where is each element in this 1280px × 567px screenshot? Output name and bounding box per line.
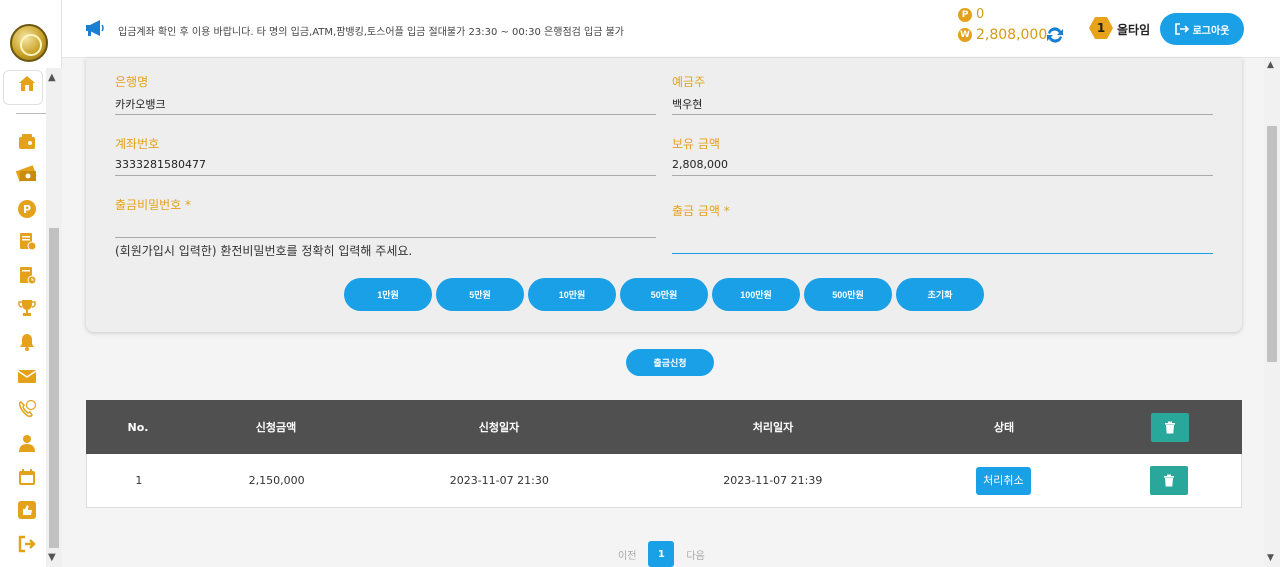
sidebar-scrollbar[interactable]: ▲ ▼ [46, 68, 62, 567]
chip-50k[interactable]: 5만원 [436, 278, 524, 311]
logout-icon [1174, 23, 1189, 35]
logout-label: 로그아웃 [1192, 25, 1230, 37]
bank-label: 은행명 [115, 75, 149, 89]
withdraw-list-icon[interactable] [16, 264, 38, 286]
next-page-link[interactable]: 다음 [686, 547, 704, 562]
holder-underline [672, 114, 1213, 115]
page-scroll-up-icon[interactable]: ▲ [1267, 60, 1274, 70]
row-status: 처리취소 [910, 466, 1098, 495]
bank-value: 카카오뱅크 [115, 98, 166, 111]
balance-value: 2,808,000 [976, 27, 1048, 43]
amount-label: 출금 금액 * [672, 204, 730, 218]
trophy-icon[interactable] [16, 297, 38, 319]
header-no: No. [127, 420, 149, 434]
wallet-icon[interactable] [16, 130, 38, 152]
row-amount: 2,150,000 [248, 474, 305, 487]
prev-page-link[interactable]: 이전 [618, 547, 636, 562]
level-badge: 1 [1089, 17, 1113, 39]
sidebar: P ▲ ▼ [0, 0, 62, 567]
page-scrollbar[interactable]: ▲ ▼ [1264, 58, 1280, 567]
status-badge[interactable]: 처리취소 [976, 466, 1031, 495]
refresh-icon[interactable] [1044, 24, 1066, 52]
balance-field-value: 2,808,000 [672, 158, 728, 171]
main-content: 은행명 카카오뱅크 예금주 백우현 계좌번호 3333281580477 보유 … [62, 58, 1264, 567]
logout-side-icon[interactable] [16, 533, 38, 555]
account-value: 3333281580477 [115, 158, 206, 171]
calendar-icon[interactable] [16, 466, 38, 488]
svg-text:P: P [23, 203, 31, 216]
cash-icon[interactable] [16, 162, 38, 184]
balance-display: W 2,808,000 [958, 27, 1047, 43]
delete-row-button[interactable] [1150, 466, 1189, 495]
sidebar-scroll-thumb[interactable] [49, 228, 59, 548]
trash-icon [1165, 421, 1175, 433]
megaphone-icon [84, 19, 106, 37]
top-bar: 입금계좌 확인 후 이용 바랍니다. 타 명의 입금,ATM,팜뱅킹,토스어플 … [62, 0, 1280, 58]
row-delete [1097, 466, 1241, 495]
holder-value: 백우현 [672, 98, 703, 111]
row-requested: 2023-11-07 21:30 [449, 474, 549, 487]
row-processed: 2023-11-07 21:39 [723, 474, 823, 487]
point-icon[interactable]: P [16, 198, 38, 220]
header-delete [1098, 412, 1242, 442]
user-icon[interactable] [16, 432, 38, 454]
points-display: P0 [958, 7, 984, 22]
username: 올타임 [1117, 23, 1151, 37]
reset-button[interactable]: 초기화 [896, 278, 984, 311]
points-value: 0 [976, 7, 985, 22]
password-label: 출금비밀번호 * [115, 198, 192, 212]
table-header: No. 신청금액 신청일자 처리일자 상태 [86, 400, 1242, 454]
deposit-list-icon[interactable] [16, 230, 38, 252]
page-scroll-down-icon[interactable]: ▼ [1267, 553, 1274, 563]
chip-10k[interactable]: 1만원 [344, 278, 432, 311]
point-coin-icon: P [958, 7, 972, 22]
withdraw-form: 은행명 카카오뱅크 예금주 백우현 계좌번호 3333281580477 보유 … [86, 58, 1242, 332]
balance-underline [672, 175, 1213, 176]
support-icon[interactable] [16, 398, 38, 420]
trash-icon [1164, 474, 1175, 487]
delete-all-button[interactable] [1151, 412, 1189, 442]
holder-label: 예금주 [672, 75, 706, 89]
page-number-current[interactable]: 1 [648, 541, 675, 567]
row-no: 1 [135, 474, 143, 487]
notice-text: 입금계좌 확인 후 이용 바랍니다. 타 명의 입금,ATM,팜뱅킹,토스어플 … [118, 27, 625, 38]
amount-chips: 1만원 5만원 10만원 50만원 100만원 500만원 초기화 [344, 278, 984, 311]
header-processed: 처리일자 [752, 421, 794, 434]
account-underline [115, 175, 656, 176]
chip-5m[interactable]: 500만원 [804, 278, 892, 311]
pagination: 이전 1 다음 [618, 541, 705, 567]
chip-1m[interactable]: 100만원 [712, 278, 800, 311]
withdraw-submit-button[interactable]: 출금신청 [626, 349, 714, 376]
header-amount: 신청금액 [255, 421, 297, 434]
amount-input[interactable] [672, 230, 1213, 254]
header-status: 상태 [993, 421, 1015, 434]
mail-icon[interactable] [16, 365, 38, 387]
balance-label: 보유 금액 [672, 137, 720, 151]
table-row: 1 2,150,000 2023-11-07 21:30 2023-11-07 … [86, 454, 1242, 508]
scroll-up-arrow-icon[interactable]: ▲ [48, 72, 56, 83]
thumbs-up-icon[interactable] [16, 499, 38, 521]
logout-button[interactable]: 로그아웃 [1160, 13, 1244, 45]
account-label: 계좌번호 [115, 137, 160, 151]
password-field[interactable] [115, 237, 656, 238]
bell-icon[interactable] [16, 331, 38, 353]
withdraw-history-table: No. 신청금액 신청일자 처리일자 상태 1 2,150,000 2023-1… [86, 400, 1242, 508]
bank-underline [115, 114, 656, 115]
password-hint: (회원가입시 입력한) 환전비밀번호를 정확히 입력해 주세요. [115, 244, 413, 258]
won-coin-icon: W [958, 28, 972, 42]
page-scroll-thumb[interactable] [1267, 126, 1277, 362]
sidebar-divider [16, 113, 46, 114]
site-logo[interactable] [10, 24, 48, 62]
chip-500k[interactable]: 50만원 [620, 278, 708, 311]
scroll-down-arrow-icon[interactable]: ▼ [48, 552, 56, 563]
header-requested: 신청일자 [478, 421, 520, 434]
home-icon[interactable] [16, 72, 38, 94]
chip-100k[interactable]: 10만원 [528, 278, 616, 311]
